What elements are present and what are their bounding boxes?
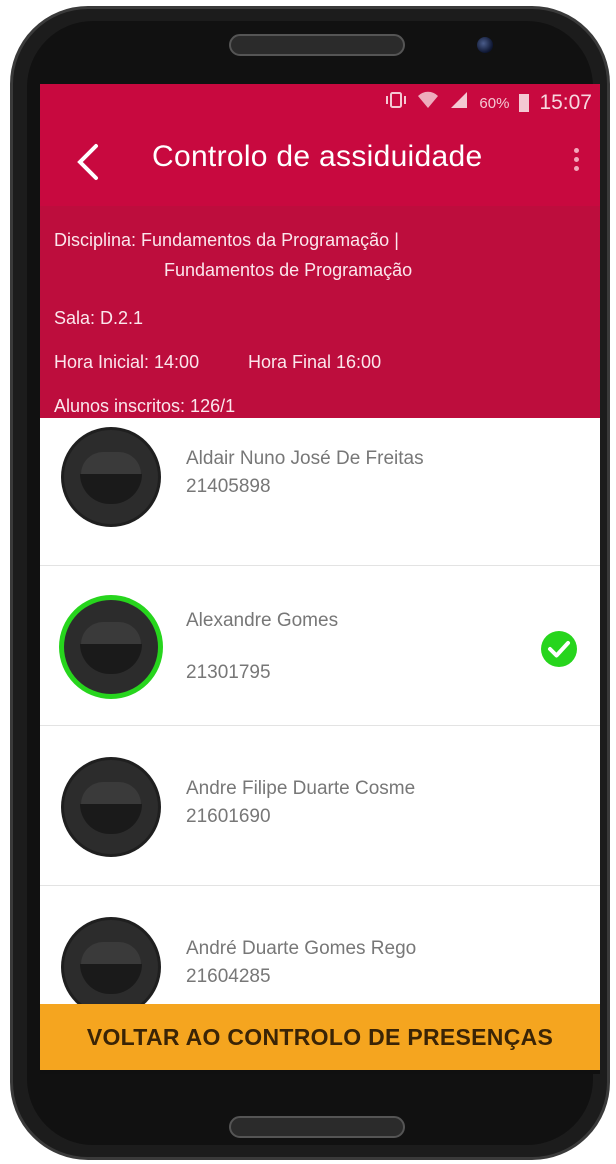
student-name: Alexandre Gomes xyxy=(186,610,339,631)
system-nav-bar xyxy=(40,1070,600,1074)
sala-text: Sala: D.2.1 xyxy=(54,308,144,328)
disciplina-row: Disciplina: Fundamentos da Programação | xyxy=(54,230,399,251)
list-item[interactable]: Alexandre Gomes 21301795 xyxy=(40,566,600,726)
battery-icon xyxy=(519,94,530,112)
check-circle-icon xyxy=(540,630,578,668)
speaker-grille xyxy=(229,34,405,56)
student-name: Aldair Nuno José De Freitas xyxy=(186,448,424,469)
hora-inicial-text: Hora Inicial: 14:00 xyxy=(54,352,200,372)
back-arrow-icon[interactable] xyxy=(68,140,108,184)
avatar xyxy=(64,920,158,1014)
list-item[interactable]: Andre Filipe Duarte Cosme 21601690 xyxy=(40,726,600,886)
student-name: Andre Filipe Duarte Cosme xyxy=(186,778,416,799)
page-title: Controlo de assiduidade xyxy=(152,140,483,173)
hora-final-text: Hora Final 16:00 xyxy=(248,352,382,372)
alunos-inscritos-text: Alunos inscritos: 126/1 xyxy=(54,396,236,416)
avatar xyxy=(64,760,158,854)
avatar xyxy=(64,430,158,524)
battery-percent: 60% xyxy=(479,94,510,112)
front-camera xyxy=(477,37,493,53)
back-to-attendance-button[interactable]: VOLTAR AO CONTROLO DE PRESENÇAS xyxy=(40,1004,600,1070)
avatar xyxy=(64,600,158,694)
list-item[interactable]: Aldair Nuno José De Freitas 21405898 xyxy=(40,418,600,566)
student-number: 21601690 xyxy=(186,806,271,827)
status-icons: 60% 15:07 xyxy=(385,90,592,116)
status-bar: 60% 15:07 xyxy=(40,84,600,120)
app-screen: 60% 15:07 Controlo de assiduidade Discip… xyxy=(40,84,600,1074)
disciplina-value-line1: Fundamentos da Programação | xyxy=(141,230,399,250)
student-number: 21301795 xyxy=(186,662,271,683)
disciplina-label: Disciplina: xyxy=(54,230,137,250)
student-number: 21604285 xyxy=(186,966,271,987)
class-info-panel: Disciplina: Fundamentos da Programação |… xyxy=(40,206,600,438)
overflow-menu-icon[interactable] xyxy=(570,144,582,180)
app-toolbar: Controlo de assiduidade xyxy=(40,120,600,206)
vibrate-icon xyxy=(385,91,407,115)
status-time: 15:07 xyxy=(539,91,592,114)
bottom-speaker xyxy=(229,1116,405,1138)
signal-icon xyxy=(449,90,469,116)
wifi-icon xyxy=(417,90,439,116)
student-list: Aldair Nuno José De Freitas 21405898 Ale… xyxy=(40,418,600,1074)
student-name: André Duarte Gomes Rego xyxy=(186,938,417,959)
disciplina-value-line2: Fundamentos de Programação xyxy=(164,260,413,280)
student-number: 21405898 xyxy=(186,476,271,497)
